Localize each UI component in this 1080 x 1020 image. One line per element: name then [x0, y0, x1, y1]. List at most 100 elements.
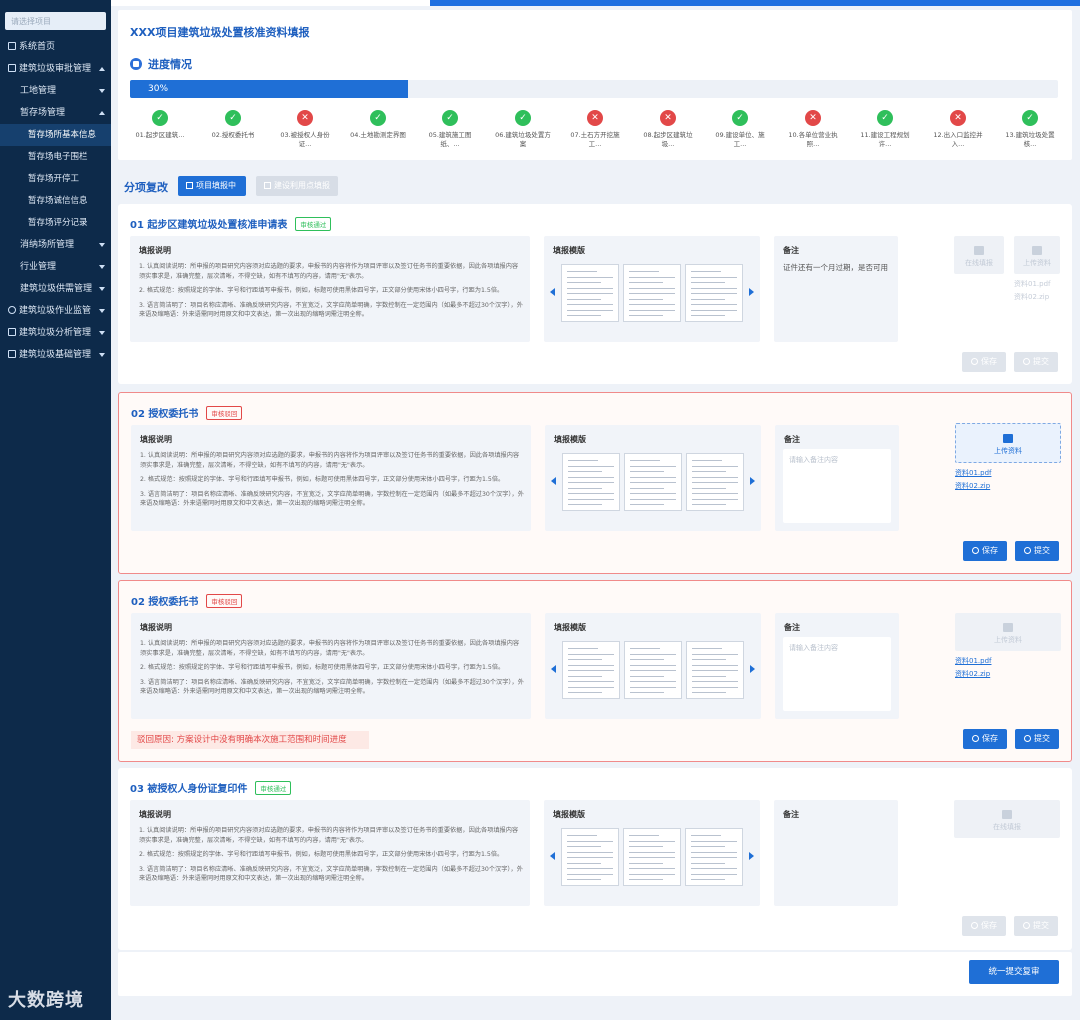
check-icon: ✓ — [225, 110, 241, 126]
template-thumbnail[interactable] — [685, 264, 743, 322]
prev-arrow-icon[interactable] — [551, 477, 556, 485]
save-icon — [971, 922, 978, 929]
template-thumbnail[interactable] — [562, 453, 620, 511]
upload-button[interactable]: 上传资料 — [955, 423, 1061, 463]
status-badge: 审核通过 — [255, 781, 292, 795]
progress-step[interactable]: ✓ 01.起步区建筑... — [130, 110, 190, 140]
sidebar-item-storage-basic[interactable]: 暂存场所基本信息 — [0, 124, 111, 146]
note-input[interactable]: 请输入备注内容 — [783, 449, 891, 523]
template-panel: 填报模版 — [544, 236, 760, 342]
upload-button[interactable]: 上传资料 — [955, 613, 1061, 651]
template-thumbnail[interactable] — [624, 641, 682, 699]
template-thumbnail[interactable] — [686, 453, 744, 511]
thumbnail-line — [692, 487, 726, 489]
thumbnail-line — [692, 675, 726, 677]
thumbnail-line — [691, 835, 721, 836]
progress-step[interactable]: ✓ 13.建筑垃圾处置核... — [1000, 110, 1060, 149]
progress-step[interactable]: ✓ 02.授权委托书 — [203, 110, 263, 140]
next-arrow-icon[interactable] — [750, 477, 755, 485]
template-thumbnail[interactable] — [686, 641, 744, 699]
sidebar-item-supply[interactable]: 建筑垃圾供需管理 — [0, 278, 111, 300]
sidebar-item-operation[interactable]: 建筑垃圾作业监管 — [0, 300, 111, 322]
template-thumbnail[interactable] — [562, 641, 620, 699]
prev-arrow-icon[interactable] — [550, 852, 555, 860]
template-thumbnail[interactable] — [623, 828, 681, 886]
progress-step[interactable]: ✓ 11.建设工程规划许... — [855, 110, 915, 149]
template-panel: 填报模版 — [545, 613, 761, 719]
instruction-line: 2. 格式规范：按照规定的字体、字号和行距填写申报书，例如，标题可使用黑体四号字… — [139, 851, 504, 858]
next-arrow-icon[interactable] — [749, 852, 754, 860]
template-title: 填报模版 — [554, 623, 586, 632]
save-button[interactable]: 保存 — [962, 352, 1006, 372]
chart-icon — [8, 328, 16, 336]
template-thumbnail[interactable] — [561, 828, 619, 886]
thumbnail-line — [629, 309, 675, 311]
prev-arrow-icon[interactable] — [550, 288, 555, 296]
save-button[interactable]: 保存 — [963, 729, 1007, 749]
thumbnail-line — [567, 862, 601, 864]
template-thumbnail[interactable] — [685, 828, 743, 886]
close-icon: ✕ — [660, 110, 676, 126]
submit-button[interactable]: 提交 — [1014, 916, 1058, 936]
sidebar-item-storage-fence[interactable]: 暂存场电子围栏 — [0, 146, 111, 168]
progress-step[interactable]: ✓ 05.建筑施工图纸、... — [420, 110, 480, 149]
upload-button[interactable]: 上传资料 — [1014, 236, 1060, 274]
template-thumbnail[interactable] — [624, 453, 682, 511]
prev-arrow-icon[interactable] — [551, 665, 556, 673]
sidebar-item-label: 建筑垃圾基础管理 — [19, 350, 92, 360]
online-fill-button[interactable]: 在线填报 — [954, 236, 1004, 274]
save-button[interactable]: 保存 — [962, 916, 1006, 936]
progress-step[interactable]: ✕ 07.土石方开挖施工... — [565, 110, 625, 149]
file-link[interactable]: 资料01.pdf — [955, 655, 991, 668]
chevron-down-icon — [99, 353, 105, 357]
sidebar-item-home[interactable]: 系统首页 — [0, 36, 111, 58]
note-input[interactable]: 请输入备注内容 — [783, 637, 891, 711]
progress-step[interactable]: ✓ 09.建设单位、施工... — [710, 110, 770, 149]
online-fill-button[interactable]: 在线填报 — [954, 800, 1060, 838]
file-link[interactable]: 资料01.pdf — [955, 467, 991, 480]
sidebar-item-label: 暂存场评分记录 — [28, 218, 88, 228]
section-title: 02 授权委托书 审核驳回 — [131, 593, 243, 608]
sidebar-item-industry[interactable]: 行业管理 — [0, 256, 111, 278]
file-link[interactable]: 资料02.zip — [1014, 291, 1050, 304]
next-arrow-icon[interactable] — [750, 665, 755, 673]
sidebar-item-disposal[interactable]: 消纳场所管理 — [0, 234, 111, 256]
progress-step[interactable]: ✕ 10.各单位营业执照... — [783, 110, 843, 149]
thumbnail-line — [629, 271, 659, 272]
tab-project-filling[interactable]: 项目填报中 — [178, 176, 246, 196]
sidebar-search-input[interactable]: 请选择项目 — [5, 12, 106, 30]
step-label: 10.各单位营业执照... — [788, 131, 838, 148]
sidebar-item-storage-credit[interactable]: 暂存场诚信信息 — [0, 190, 111, 212]
section-title-text: 02 授权委托书 — [131, 597, 199, 608]
sidebar-item-analysis[interactable]: 建筑垃圾分析管理 — [0, 322, 111, 344]
template-thumbnail[interactable] — [623, 264, 681, 322]
note-title: 备注 — [784, 435, 800, 444]
sidebar-item-storage-score[interactable]: 暂存场评分记录 — [0, 212, 111, 234]
progress-step[interactable]: ✕ 08.起步区建筑垃圾... — [638, 110, 698, 149]
file-link[interactable]: 资料02.zip — [955, 668, 991, 681]
file-link[interactable]: 资料02.zip — [955, 480, 991, 493]
instruction-text: 1. 认真阅读说明：所申报的项目研究内容须对应选题的要求，申报书的内容将作为项目… — [140, 639, 524, 702]
sidebar-item-approval[interactable]: 建筑垃圾审批管理 — [0, 58, 111, 80]
thumbnail-line — [568, 487, 602, 489]
save-button[interactable]: 保存 — [963, 541, 1007, 561]
sidebar-item-label: 建筑垃圾供需管理 — [20, 284, 93, 294]
submit-button[interactable]: 提交 — [1015, 729, 1059, 749]
sidebar-item-base[interactable]: 建筑垃圾基础管理 — [0, 344, 111, 366]
progress-step[interactable]: ✓ 04.土地勘测定界图 — [348, 110, 408, 140]
thumbnail-line — [568, 493, 614, 494]
sidebar-item-storage-work[interactable]: 暂存场开停工 — [0, 168, 111, 190]
sidebar-item-label: 暂存场管理 — [20, 108, 66, 118]
submit-all-button[interactable]: 统一提交复审 — [969, 960, 1059, 984]
sidebar-item-site[interactable]: 工地管理 — [0, 80, 111, 102]
sidebar-item-storage[interactable]: 暂存场管理 — [0, 102, 111, 124]
progress-step[interactable]: ✓ 06.建筑垃圾处置方案 — [493, 110, 553, 149]
next-arrow-icon[interactable] — [749, 288, 754, 296]
tab-reuse-filling[interactable]: 建设利用点填报 — [256, 176, 338, 196]
submit-button[interactable]: 提交 — [1015, 541, 1059, 561]
template-thumbnail[interactable] — [561, 264, 619, 322]
progress-step[interactable]: ✕ 03.被授权人身份证... — [275, 110, 335, 149]
submit-button[interactable]: 提交 — [1014, 352, 1058, 372]
file-link[interactable]: 资料01.pdf — [1014, 278, 1050, 291]
progress-step[interactable]: ✕ 12.出入口监控并入... — [928, 110, 988, 149]
